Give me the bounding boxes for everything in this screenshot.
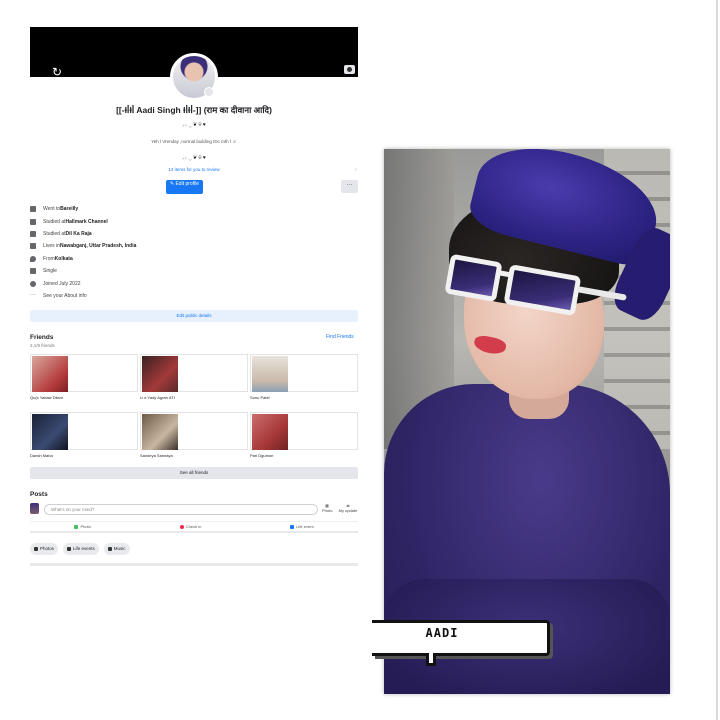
post-composer-input[interactable]: What's on your mind? bbox=[44, 504, 318, 515]
detail-row: Lives in Nawabganj, Uttar Pradesh, India bbox=[30, 240, 358, 252]
music-chip[interactable]: Music bbox=[103, 543, 130, 555]
home-icon bbox=[30, 243, 36, 250]
see-about-info-link[interactable]: ··· See your About info bbox=[30, 290, 358, 302]
cover-decor-icon: ↻ bbox=[52, 65, 63, 79]
left-lens bbox=[444, 253, 503, 303]
check-in-action[interactable]: Check in bbox=[179, 524, 201, 529]
cover-camera-icon[interactable] bbox=[344, 65, 355, 74]
friend-photo bbox=[142, 356, 178, 392]
photos-chip[interactable]: Photos bbox=[30, 543, 59, 555]
profile-name: [[-ƗꟾƗꟾ Aadi Singh ƗꟾƗꟾ-]] (राम का दीवान… bbox=[116, 105, 272, 115]
friends-count: 2,1/9 friends bbox=[30, 343, 55, 348]
find-friends-link[interactable]: Find Friends bbox=[326, 334, 354, 340]
friend-name[interactable]: Sonu Patel bbox=[250, 395, 350, 400]
friend-photo bbox=[252, 414, 288, 450]
intro-details: Went to Bareilly Studied at Hallmark Cha… bbox=[30, 203, 358, 302]
right-lens bbox=[503, 264, 582, 317]
composer-update-button[interactable]: ⇄ My update bbox=[336, 503, 360, 513]
screenshot-canvas: ↻ [[-ƗꟾƗꟾ Aadi Singh ƗꟾƗꟾ-]] (राम का दीव… bbox=[0, 0, 720, 720]
heart-icon bbox=[30, 268, 36, 275]
life-event-icon bbox=[290, 524, 295, 529]
review-items-link[interactable]: 12 items for you to review bbox=[30, 167, 358, 172]
composer-avatar bbox=[30, 503, 39, 514]
friend-photo bbox=[252, 356, 288, 392]
friend-card[interactable] bbox=[250, 354, 358, 392]
friend-name[interactable]: Pari Dgumon bbox=[250, 453, 350, 458]
friend-card[interactable] bbox=[140, 412, 248, 450]
education-icon bbox=[30, 230, 36, 237]
friend-name[interactable]: Dansh Maha bbox=[30, 453, 130, 458]
close-icon[interactable]: › bbox=[355, 167, 357, 173]
photo-icon bbox=[74, 524, 79, 529]
detail-row: Studied at Dil Ka Raja bbox=[30, 228, 358, 240]
post-actions-bar: Photo Check in Life event bbox=[30, 521, 358, 533]
clock-icon bbox=[30, 280, 36, 287]
location-icon bbox=[30, 255, 36, 262]
portrait-photo bbox=[384, 149, 670, 694]
detail-row: From Kolkata bbox=[30, 253, 358, 265]
bio-text: Yeh l Vrenday ,normal building IDc mth l… bbox=[151, 139, 237, 144]
education-icon bbox=[30, 218, 36, 225]
right-edge-line bbox=[716, 0, 718, 720]
bio-line-2: ⸝⸝ ‿ ❦ ⍟ ♥ bbox=[182, 155, 206, 161]
friend-card[interactable] bbox=[30, 354, 138, 392]
detail-row: Went to Bareilly bbox=[30, 203, 358, 215]
photo-action[interactable]: Photo bbox=[74, 524, 91, 529]
life-event-action[interactable]: Life event bbox=[290, 524, 314, 529]
friend-name[interactable]: Li e Yady Agrah ATI bbox=[140, 395, 240, 400]
photos-icon bbox=[34, 546, 38, 551]
friend-name[interactable]: Qu(s Yadaw Dilam bbox=[30, 395, 130, 400]
see-all-friends-button[interactable]: See all friends bbox=[30, 467, 358, 479]
detail-row: Joined July 2022 bbox=[30, 277, 358, 289]
friends-heading: Friends bbox=[30, 334, 54, 341]
section-divider bbox=[30, 563, 358, 566]
life-events-chip[interactable]: Life events bbox=[63, 543, 99, 555]
edit-profile-button[interactable]: ✎ Edit profile bbox=[166, 180, 203, 194]
friend-photo bbox=[32, 414, 68, 450]
friend-photo bbox=[142, 414, 178, 450]
friend-card[interactable] bbox=[250, 412, 358, 450]
glasses-temple bbox=[576, 286, 627, 301]
life-events-icon bbox=[67, 546, 72, 551]
music-icon bbox=[107, 546, 112, 551]
detail-row: Studied at Hallmark Channel bbox=[30, 215, 358, 227]
friend-card[interactable] bbox=[140, 354, 248, 392]
more-options-button[interactable]: ··· bbox=[341, 180, 358, 193]
bio-line-1: ⸝⸝ ‿ ❦ ⍟ ♥ bbox=[182, 122, 206, 128]
more-icon: ··· bbox=[30, 291, 36, 298]
friend-card[interactable] bbox=[30, 412, 138, 450]
speech-bubble-tail bbox=[426, 653, 436, 666]
education-icon bbox=[30, 206, 36, 213]
posts-heading: Posts bbox=[30, 491, 48, 498]
check-in-icon bbox=[179, 524, 184, 529]
friend-photo bbox=[32, 356, 68, 392]
detail-row: Single bbox=[30, 265, 358, 277]
friend-name[interactable]: Sandeya Sannaya bbox=[140, 453, 240, 458]
caption-text: AADI bbox=[425, 626, 459, 640]
edit-public-details-button[interactable]: Edit public details bbox=[30, 310, 358, 322]
avatar-camera-icon[interactable] bbox=[204, 87, 214, 97]
profile-screenshot: ↻ [[-ƗꟾƗꟾ Aadi Singh ƗꟾƗꟾ-]] (राम का दीव… bbox=[30, 27, 360, 577]
composer-photo-button[interactable]: ▦ Photo bbox=[322, 503, 332, 513]
filter-chips: Photos Life events Music bbox=[30, 543, 130, 555]
